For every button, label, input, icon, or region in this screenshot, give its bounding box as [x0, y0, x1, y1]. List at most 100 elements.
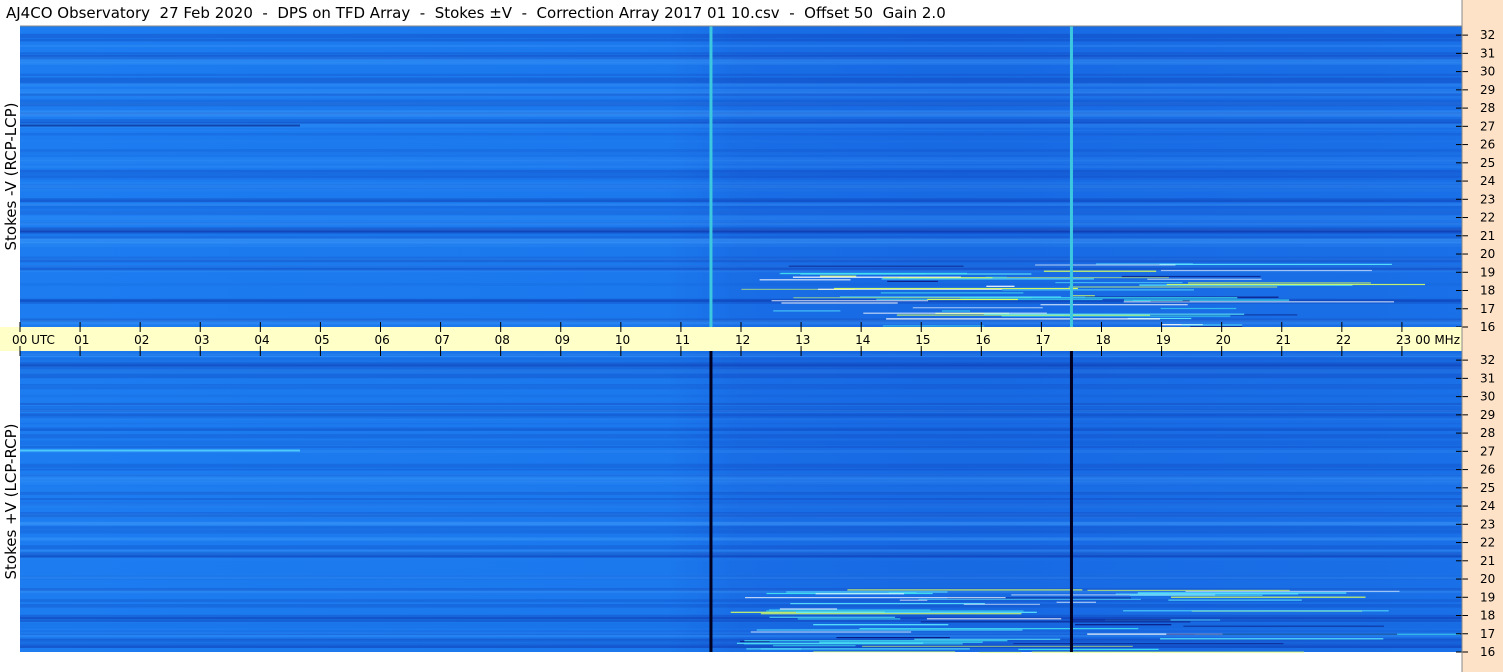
panel-y-label: Stokes +V (LCP-RCP) [2, 424, 20, 580]
frequency-band [20, 149, 1462, 152]
frequency-band [20, 93, 1462, 99]
frequency-band [20, 161, 1462, 165]
time-tick-label: 11 [675, 333, 690, 347]
interference-streak [750, 631, 912, 633]
interference-streak [887, 280, 938, 282]
time-tick-label: 14 [855, 333, 870, 347]
interference-streak [1013, 643, 1284, 645]
vertical-marker-line [709, 351, 713, 652]
frequency-band [20, 552, 1462, 556]
interference-streak [963, 603, 1040, 605]
interference-streak [1018, 648, 1159, 650]
frequency-tick-label: 20 [1480, 572, 1495, 586]
interference-streak [1002, 289, 1194, 291]
cb-band-line [20, 124, 300, 127]
frequency-band [20, 619, 1462, 623]
frequency-band [20, 468, 1462, 471]
interference-streak [941, 310, 971, 312]
interference-streak [790, 603, 985, 605]
interference-streak [1160, 269, 1372, 272]
interference-streak [745, 597, 1006, 599]
interference-streak [766, 610, 1024, 612]
time-tick-label: 19 [1156, 333, 1171, 347]
interference-streak [1171, 596, 1366, 598]
frequency-tick-label: 27 [1480, 444, 1495, 458]
interference-streak [1166, 633, 1398, 635]
interference-streak [859, 628, 1139, 630]
frequency-tick-label: 29 [1480, 408, 1495, 422]
interference-streak [847, 589, 1083, 591]
interference-streak [1166, 283, 1425, 286]
vertical-marker-line [1069, 26, 1073, 327]
frequency-tick-label: 24 [1480, 499, 1495, 513]
frequency-tick-label: 30 [1480, 390, 1495, 404]
frequency-band [20, 33, 1462, 39]
time-tick-label: 20 [1216, 333, 1231, 347]
interference-streak [927, 298, 1018, 301]
frequency-band [20, 622, 1462, 626]
interference-streak [918, 598, 1141, 600]
frequency-band [20, 428, 1462, 431]
frequency-tick-label: 23 [1480, 192, 1495, 206]
interference-streak [1055, 282, 1183, 284]
time-tick-label: 05 [314, 333, 329, 347]
frequency-band [20, 358, 1462, 361]
frequency-tick-label: 28 [1480, 101, 1495, 115]
interference-streak [836, 637, 950, 639]
frequency-tick-label: 22 [1480, 211, 1495, 225]
time-tick-label: 01 [74, 333, 89, 347]
interference-streak [813, 624, 949, 626]
time-tick-label: 17 [1035, 333, 1050, 347]
frequency-tick-label: 23 [1480, 517, 1495, 531]
frequency-band [20, 364, 1462, 369]
interference-streak [797, 618, 901, 620]
frequency-band [20, 630, 1462, 633]
interference-streak [813, 651, 956, 653]
frequency-band [20, 526, 1462, 529]
interference-streak [1035, 264, 1176, 266]
interference-streak [1043, 270, 1157, 272]
frequency-band [20, 112, 1462, 115]
frequency-band [20, 215, 1462, 221]
interference-streak [986, 285, 1015, 287]
time-tick-label: 00 UTC [12, 333, 55, 347]
frequency-tick-label: 25 [1480, 481, 1495, 495]
frequency-band [20, 99, 1462, 103]
frequency-tick-label: 32 [1480, 28, 1495, 42]
interference-streak [1181, 324, 1243, 326]
time-tick-label: 02 [134, 333, 149, 347]
frequency-band [20, 414, 1462, 419]
interference-streak [744, 640, 1008, 642]
frequency-band [20, 440, 1462, 446]
interference-streak [979, 651, 1022, 653]
time-tick-label: 18 [1096, 333, 1111, 347]
interference-streak [1160, 307, 1237, 310]
frequency-band [20, 357, 1462, 359]
frequency-band [20, 185, 1462, 189]
frequency-band [20, 498, 1462, 501]
frequency-band [20, 422, 1462, 425]
frequency-band [20, 83, 1462, 87]
interference-streak [914, 638, 1061, 640]
frequency-band [20, 551, 1462, 553]
frequency-band [20, 82, 1462, 84]
interference-streak [788, 265, 964, 267]
frequency-band [20, 369, 1462, 373]
frequency-band [20, 617, 1462, 619]
frequency-tick-label: 24 [1480, 174, 1495, 188]
frequency-band [20, 574, 1462, 579]
frequency-tick-label: 21 [1480, 554, 1495, 568]
interference-streak [1072, 295, 1095, 297]
interference-streak [882, 325, 985, 327]
interference-streak [773, 645, 856, 647]
interference-streak [1056, 601, 1096, 603]
frequency-band [20, 159, 1462, 161]
frequency-tick-label: 26 [1480, 138, 1495, 152]
time-tick-label: 13 [795, 333, 810, 347]
frequency-tick-label: 32 [1480, 353, 1495, 367]
interference-streak [759, 279, 851, 281]
vertical-marker-line [1069, 351, 1073, 652]
interference-streak [1068, 286, 1278, 288]
interference-streak [1075, 624, 1172, 626]
interference-streak [1168, 599, 1302, 601]
